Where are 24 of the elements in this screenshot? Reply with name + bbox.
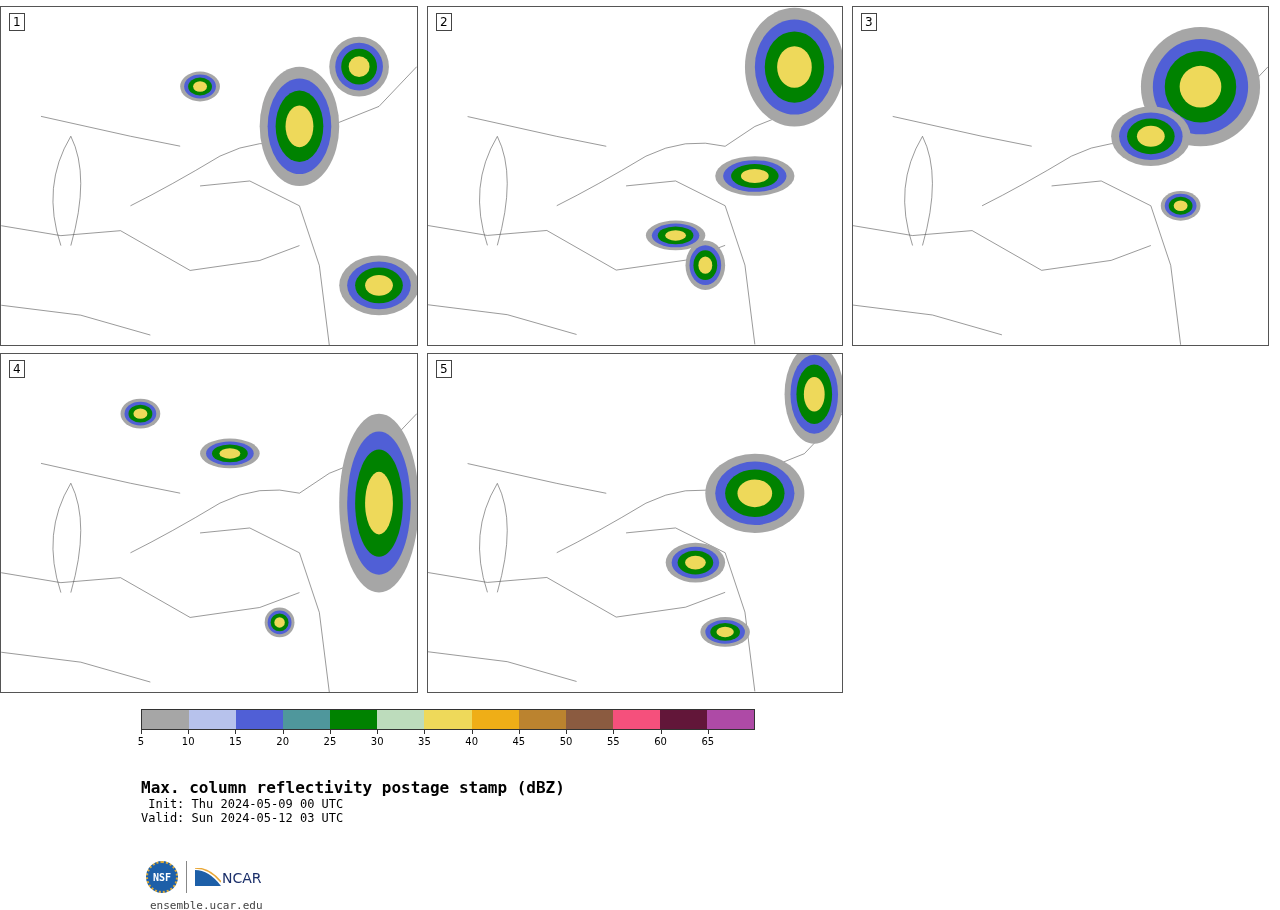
colorbar-tick-label: 40 bbox=[465, 736, 478, 747]
colorbar-tick-label: 65 bbox=[701, 736, 715, 747]
panel-number: 5 bbox=[436, 360, 452, 378]
colorbar-tick-label: 25 bbox=[323, 736, 337, 747]
colorbar-tick-label: 45 bbox=[512, 736, 526, 747]
colorbar-tick-label: 50 bbox=[559, 736, 573, 747]
website-url: ensemble.ucar.edu bbox=[150, 899, 264, 910]
colorbar-tick-label: 15 bbox=[229, 736, 242, 747]
colorbar-tick-label: 55 bbox=[607, 736, 620, 747]
colorbar-tick-label: 10 bbox=[181, 736, 195, 747]
panel-number: 2 bbox=[436, 13, 452, 31]
chart-title: Max. column reflectivity postage stamp (dBZ) bbox=[141, 778, 566, 797]
valid-time: Valid: Sun 2024-05-12 03 UTC bbox=[141, 811, 345, 825]
colorbar-tick-label: 30 bbox=[370, 736, 384, 747]
colorbar-tick-label: 20 bbox=[276, 736, 290, 747]
colorbar-tick-label: 60 bbox=[654, 736, 667, 747]
nsf-logo: NSF bbox=[146, 861, 178, 893]
init-time: Init: Thu 2024-05-09 00 UTC bbox=[147, 797, 345, 811]
panel-number: 3 bbox=[861, 13, 877, 31]
colorbar-tick-label: 5 bbox=[137, 736, 145, 747]
panel-number: 1 bbox=[9, 13, 25, 31]
panel-number: 4 bbox=[9, 360, 25, 378]
ncar-logo: NCAR bbox=[195, 868, 262, 886]
colorbar-tick-label: 35 bbox=[418, 736, 431, 747]
